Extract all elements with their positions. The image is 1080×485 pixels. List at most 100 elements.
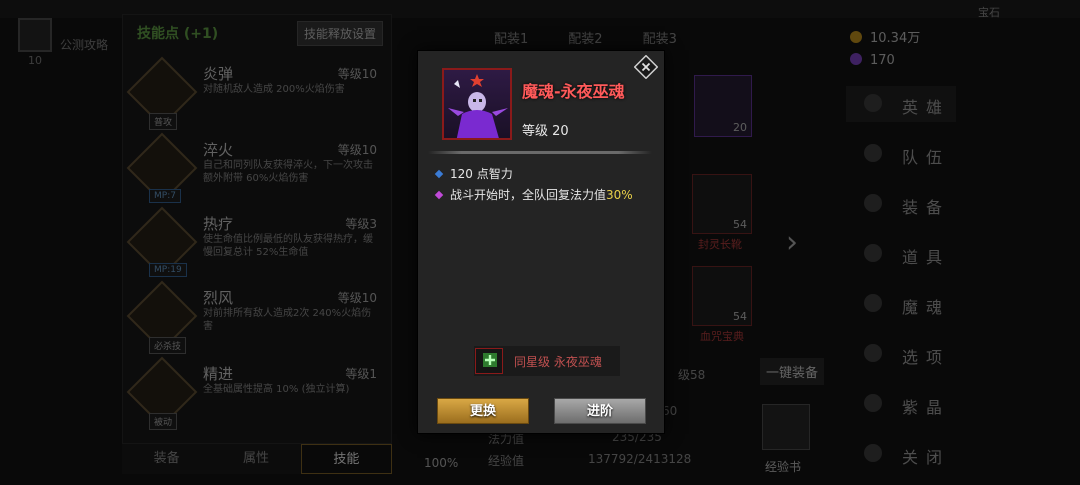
one-click-equip-button[interactable]: 一键装备 xyxy=(760,358,825,385)
equip-slot-book[interactable]: 54 xyxy=(692,266,752,326)
equip-level: 54 xyxy=(733,310,747,323)
tab-loadout-1[interactable]: 配装1 xyxy=(494,28,528,47)
gold-value: 10.34万 xyxy=(870,31,921,46)
guide-label: 公测攻略 xyxy=(60,38,109,52)
crystal-value: 170 xyxy=(870,53,895,68)
skill-row[interactable]: MP:19 热疗 等级3 使生命值比例最低的队友获得热疗，缓慢回复总计 52%生命值 xyxy=(126,206,385,281)
equip-slot-boots[interactable]: 54 xyxy=(692,174,752,234)
exp-book-label: 经验书 xyxy=(765,460,802,474)
bottom-tabs: 装备 属性 技能 xyxy=(122,444,392,474)
guide-count: 10 xyxy=(28,54,42,67)
gold-icon xyxy=(850,31,862,43)
skill-level: 等级3 xyxy=(345,217,377,231)
equip-icon xyxy=(864,194,882,212)
attribute-line: 战斗开始时，全队回复法力值30% xyxy=(434,186,633,203)
skill-name: 淬火 xyxy=(203,141,234,159)
skill-points-header: 技能点 (+1) xyxy=(137,26,219,42)
skill-level: 等级1 xyxy=(345,367,377,381)
menu-item-label: 队伍 xyxy=(902,148,951,167)
guide-icon[interactable] xyxy=(18,18,52,52)
menu-item-options[interactable]: 选项 xyxy=(846,336,956,372)
diamond-bullet-icon xyxy=(434,169,444,179)
tab-equipment[interactable]: 装备 xyxy=(122,444,211,474)
skill-row[interactable]: MP:7 淬火 等级10 自己和同列队友获得淬火，下一次攻击额外附带 60%火焰伤害 xyxy=(126,132,385,207)
menu-item-hero[interactable]: 英雄 xyxy=(846,86,956,122)
skill-description: 自己和同列队友获得淬火，下一次攻击额外附带 60%火焰伤害 xyxy=(203,160,373,184)
soul-icon xyxy=(864,294,882,312)
advance-button[interactable]: 进阶 xyxy=(554,398,646,424)
menu-item-label: 道具 xyxy=(902,248,951,267)
equip-label: 封灵长靴 xyxy=(698,238,742,251)
skill-level: 等级10 xyxy=(337,291,377,305)
skill-description: 对随机敌人造成 200%火焰伤害 xyxy=(203,84,345,95)
add-soul-button[interactable] xyxy=(475,348,503,374)
attribute-text: 120 点智力 xyxy=(450,167,513,181)
replace-button[interactable]: 更换 xyxy=(437,398,529,424)
chevron-right-icon[interactable]: › xyxy=(786,225,798,260)
skill-tag: 必杀技 xyxy=(149,337,187,354)
skill-tag: 被动 xyxy=(149,413,178,430)
divider xyxy=(428,151,652,154)
stat-level: 级58 xyxy=(678,368,706,382)
stat-exp-label: 经验值 xyxy=(488,454,525,468)
soul-name: 魔魂-永夜巫魂 xyxy=(522,82,625,101)
skill-name: 精进 xyxy=(203,365,234,383)
currency-gold: 10.34万 xyxy=(850,27,920,46)
skill-description: 对前排所有敌人造成2次 240%火焰伤害 xyxy=(203,308,372,332)
attribute-text: 战斗开始时，全队回复法力值 xyxy=(450,188,607,202)
skill-tag: MP:7 xyxy=(149,189,181,203)
skill-panel: 技能点 (+1) 技能释放设置 普攻 炎弹 等级10 对随机敌人造成 200%火焰伤害… xyxy=(122,14,392,444)
skill-tag: 普攻 xyxy=(149,113,178,130)
menu-item-label: 魔魂 xyxy=(902,298,951,317)
same-star-label: 同星级 永夜巫魂 xyxy=(514,355,602,369)
skill-name: 热疗 xyxy=(203,215,234,233)
skill-level: 等级10 xyxy=(337,67,377,81)
percent-label: 100% xyxy=(424,456,459,470)
hero-icon xyxy=(864,94,882,112)
skill-level: 等级10 xyxy=(337,143,377,157)
menu-item-crystal[interactable]: 紫晶 xyxy=(846,386,956,422)
skill-row[interactable]: 普攻 炎弹 等级10 对随机敌人造成 200%火焰伤害 xyxy=(126,56,385,131)
menu-item-items[interactable]: 道具 xyxy=(846,236,956,272)
attribute-percent: 30% xyxy=(606,188,633,202)
close-icon xyxy=(864,444,882,462)
skill-row[interactable]: 必杀技 烈风 等级10 对前排所有敌人造成2次 240%火焰伤害 xyxy=(126,280,385,355)
menu-item-close[interactable]: 关闭 xyxy=(846,436,956,472)
tab-loadout-3[interactable]: 配装3 xyxy=(643,28,677,47)
menu-item-label: 紫晶 xyxy=(902,398,951,417)
equip-level: 54 xyxy=(733,218,747,231)
skill-settings-button[interactable]: 技能释放设置 xyxy=(296,21,383,46)
soul-slot[interactable]: 20 xyxy=(694,75,752,137)
skill-tag: MP:19 xyxy=(149,263,187,277)
skill-name: 炎弹 xyxy=(203,65,234,83)
items-icon xyxy=(864,244,882,262)
attribute-line: 120 点智力 xyxy=(434,165,513,182)
tab-loadout-2[interactable]: 配装2 xyxy=(568,28,602,47)
team-icon xyxy=(864,144,882,162)
crystal-icon xyxy=(850,53,862,65)
gem-button[interactable]: 宝石 xyxy=(978,4,1000,20)
same-star-row: 同星级 永夜巫魂 xyxy=(474,346,620,376)
menu-item-equip[interactable]: 装备 xyxy=(846,186,956,222)
options-icon xyxy=(864,344,882,362)
menu-item-team[interactable]: 队伍 xyxy=(846,136,956,172)
loadout-tabs: 配装1 配装2 配装3 xyxy=(494,28,677,47)
tab-attributes[interactable]: 属性 xyxy=(211,444,300,474)
exp-book-icon[interactable] xyxy=(762,404,810,450)
close-icon[interactable] xyxy=(633,54,659,80)
currency-crystal: 170 xyxy=(850,53,895,68)
diamond-bullet-icon xyxy=(434,190,444,200)
crystal-icon xyxy=(864,394,882,412)
menu-item-label: 装备 xyxy=(902,198,951,217)
menu-item-label: 关闭 xyxy=(902,448,951,467)
menu-item-label: 选项 xyxy=(902,348,951,367)
menu-item-label: 英雄 xyxy=(902,98,951,117)
equip-label: 血咒宝典 xyxy=(700,330,744,343)
skill-row[interactable]: 被动 精进 等级1 全基础属性提高 10% (独立计算) xyxy=(126,356,385,431)
stat-exp-value: 137792/2413128 xyxy=(588,452,692,466)
menu-item-soul[interactable]: 魔魂 xyxy=(846,286,956,322)
tab-skills[interactable]: 技能 xyxy=(300,444,392,474)
soul-level: 等级 20 xyxy=(522,124,569,139)
skill-description: 使生命值比例最低的队友获得热疗，缓慢回复总计 52%生命值 xyxy=(203,234,373,258)
soul-slot-level: 20 xyxy=(733,121,747,134)
